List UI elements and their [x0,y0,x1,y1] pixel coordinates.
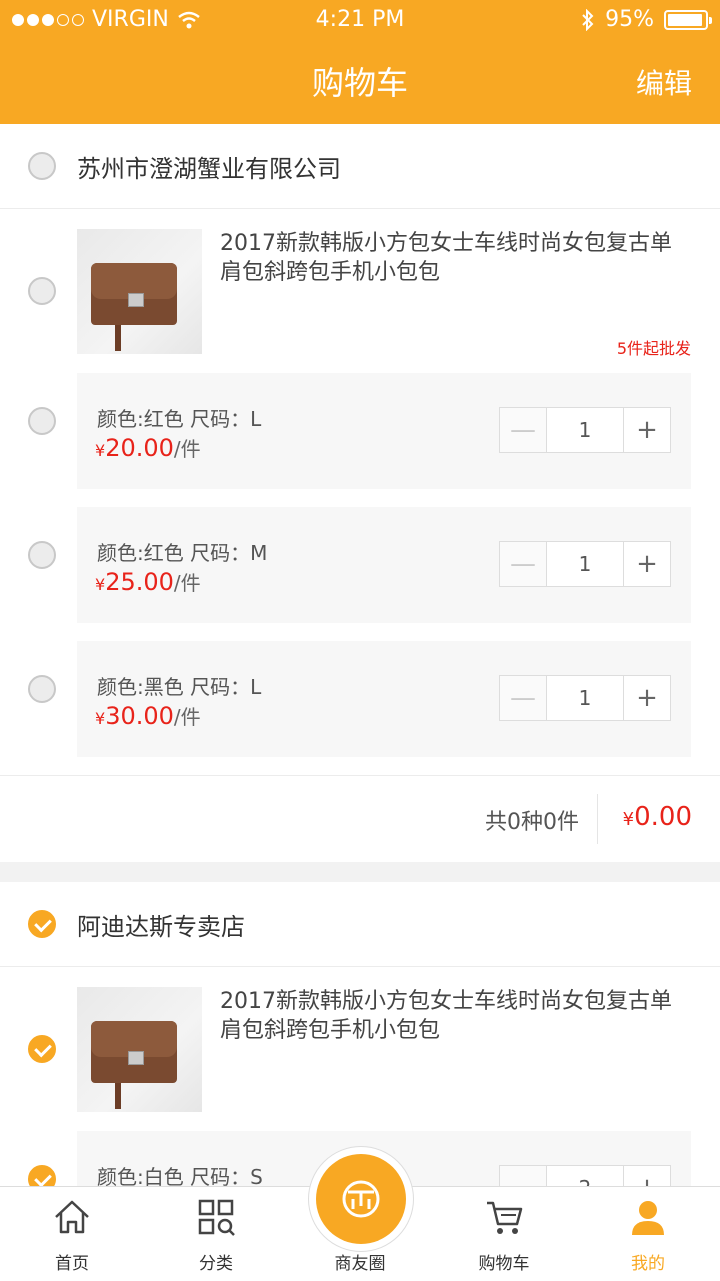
battery-icon [664,9,712,30]
increase-button[interactable]: + [624,408,670,452]
category-icon [198,1199,235,1236]
store-select-radio[interactable] [28,152,56,180]
product-title[interactable]: 2017新款韩版小方包女士车线时尚女包复古单肩包斜跨包手机小包包 [220,987,680,1045]
store-summary: 共0种0件 ¥0.00 [0,775,720,862]
tab-cart[interactable]: 购物车 [432,1187,576,1281]
sku-attributes: 颜色:红色 尺码：L [97,407,262,431]
sku-price: ¥20.00/件 [95,434,201,462]
decrease-button[interactable]: — [500,408,546,452]
store-card: 苏州市澄湖蟹业有限公司 2017新款韩版小方包女士车线时尚女包复古单肩包斜跨包手… [0,124,720,862]
sku-select-radio[interactable] [28,407,56,435]
bluetooth-icon [582,8,594,31]
tab-label: 购物车 [478,1254,530,1274]
sku-select-radio[interactable] [28,1165,56,1186]
tab-label: 首页 [55,1254,89,1274]
quantity-stepper: — 1 + [499,675,671,721]
quantity-stepper: — 1 + [499,407,671,453]
store-total: ¥0.00 [622,802,692,832]
store-card: 阿迪达斯专卖店 2017新款韩版小方包女士车线时尚女包复古单肩包斜跨包手机小包包… [0,882,720,1186]
sku-row: 颜色:红色 尺码：M ¥25.00/件 — 1 + [0,507,720,641]
tab-category[interactable]: 分类 [144,1187,288,1281]
tab-label: 我的 [631,1254,665,1274]
divider [597,794,598,844]
sku-select-radio[interactable] [28,675,56,703]
product-image[interactable] [77,229,202,354]
min-order-label: 5件起批发 [616,339,691,358]
quantity-value[interactable]: 2 [546,1166,624,1186]
product-select-radio[interactable] [28,277,56,305]
store-name[interactable]: 苏州市澄湖蟹业有限公司 [77,149,341,184]
decrease-button[interactable]: — [500,676,546,720]
decrease-button[interactable]: — [500,1166,546,1186]
cart-content[interactable]: 苏州市澄湖蟹业有限公司 2017新款韩版小方包女士车线时尚女包复古单肩包斜跨包手… [0,124,720,1186]
quantity-value[interactable]: 1 [546,408,624,452]
quantity-value[interactable]: 1 [546,676,624,720]
sku-select-radio[interactable] [28,541,56,569]
increase-button[interactable]: + [624,542,670,586]
sku-price: ¥25.00/件 [95,568,201,596]
tab-label: 分类 [199,1254,233,1274]
circle-icon [342,1180,380,1218]
increase-button[interactable]: + [624,1166,670,1186]
page-title: 购物车 [311,64,408,102]
product-title[interactable]: 2017新款韩版小方包女士车线时尚女包复古单肩包斜跨包手机小包包 [220,229,680,287]
sku-attributes: 颜色:黑色 尺码：L [97,675,262,699]
user-icon [632,1201,664,1235]
item-count: 共0种0件 [485,810,579,835]
decrease-button[interactable]: — [500,542,546,586]
product-image[interactable] [77,987,202,1112]
tab-mine[interactable]: 我的 [576,1187,720,1281]
tab-label: 商友圈 [334,1254,386,1274]
product-row: 2017新款韩版小方包女士车线时尚女包复古单肩包斜跨包手机小包包 5件起批发 [0,209,720,373]
store-header: 苏州市澄湖蟹业有限公司 [0,124,720,209]
store-select-radio[interactable] [28,910,56,938]
sku-row: 颜色:红色 尺码：L ¥20.00/件 — 1 + [0,373,720,507]
home-icon [55,1200,89,1234]
battery-percent: 95% [605,7,654,32]
increase-button[interactable]: + [624,676,670,720]
quantity-stepper: — 2 + [499,1165,671,1186]
store-header: 阿迪达斯专卖店 [0,882,720,967]
store-name[interactable]: 阿迪达斯专卖店 [77,907,245,942]
product-select-radio[interactable] [28,1035,56,1063]
edit-button[interactable]: 编辑 [636,62,692,102]
sku-row: 颜色:黑色 尺码：L ¥30.00/件 — 1 + [0,641,720,775]
circle-center-button[interactable] [308,1146,414,1252]
status-bar: VIRGIN 4:21 PM 95% [0,0,720,40]
sku-price: ¥30.00/件 [95,702,201,730]
quantity-value[interactable]: 1 [546,542,624,586]
sku-attributes: 颜色:红色 尺码：M [97,541,268,565]
cart-icon [487,1201,523,1234]
top-bar: VIRGIN 4:21 PM 95% 购物车 编辑 [0,0,720,124]
sku-attributes: 颜色:白色 尺码：S [97,1165,263,1186]
quantity-stepper: — 1 + [499,541,671,587]
product-row: 2017新款韩版小方包女士车线时尚女包复古单肩包斜跨包手机小包包 [0,967,720,1131]
tab-home[interactable]: 首页 [0,1187,144,1281]
